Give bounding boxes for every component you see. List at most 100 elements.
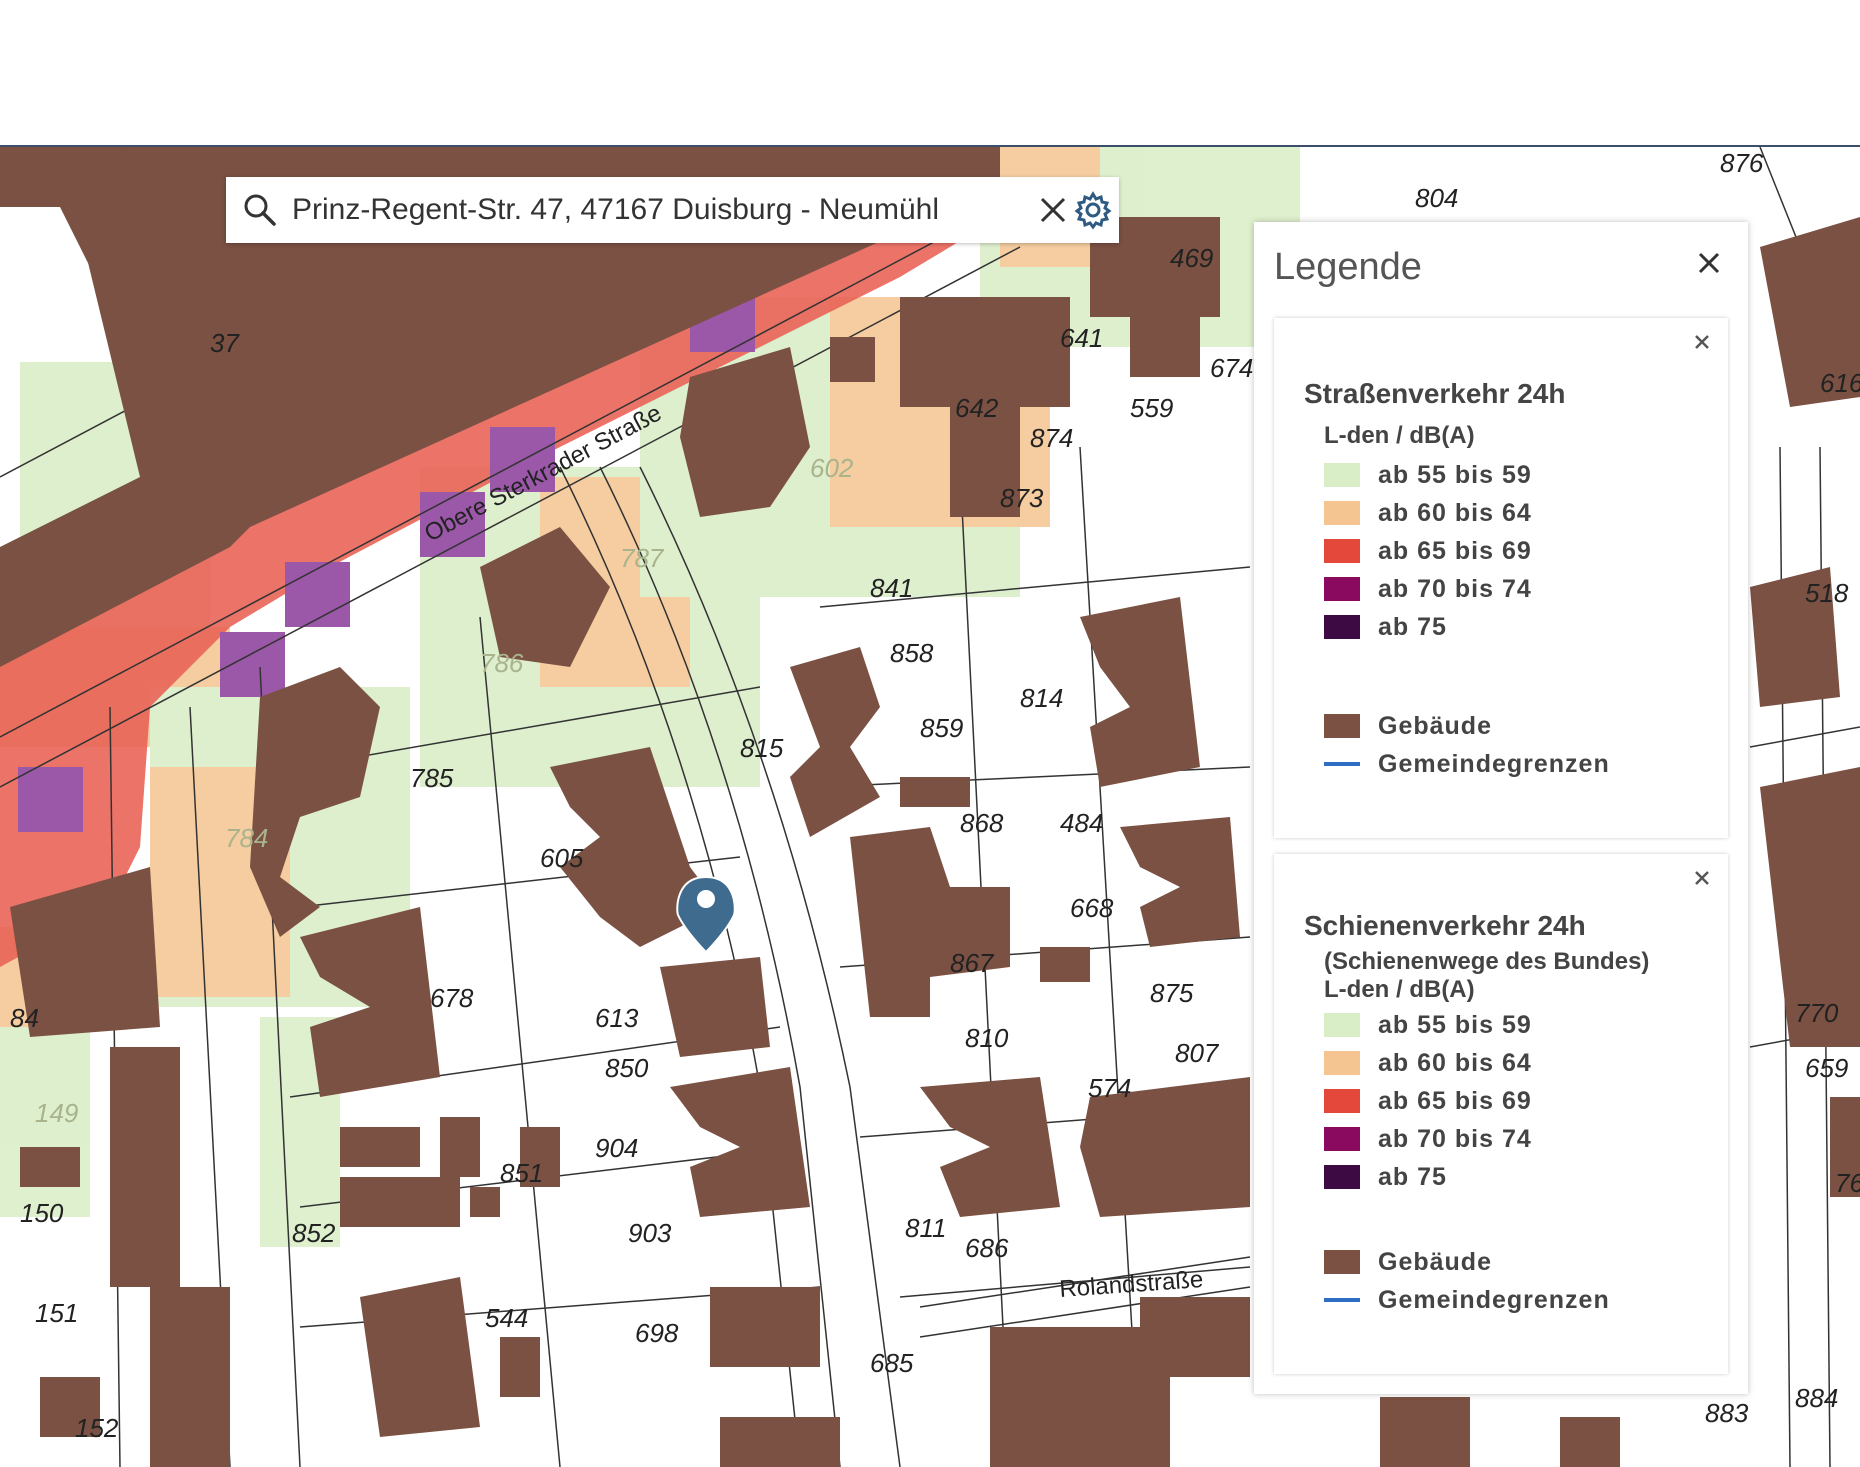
svg-text:642: 642 [955, 393, 999, 423]
legend-class: ab 65 bis 69 [1324, 536, 1532, 566]
legend-panel: Legende Straßenverkehr 24h L-den / dB(A)… [1254, 222, 1748, 1394]
svg-text:851: 851 [500, 1158, 543, 1188]
legend-layer-buildings: Gebäude [1324, 1247, 1492, 1277]
search-icon[interactable] [238, 188, 282, 232]
legend-swatch [1324, 1127, 1360, 1151]
svg-text:810: 810 [965, 1023, 1009, 1053]
svg-text:149: 149 [35, 1098, 78, 1128]
search-bar[interactable]: Prinz-Regent-Str. 47, 47167 Duisburg - N… [226, 177, 1119, 243]
search-input[interactable]: Prinz-Regent-Str. 47, 47167 Duisburg - N… [292, 193, 1033, 227]
legend-class: ab 65 bis 69 [1324, 1086, 1532, 1116]
svg-text:150: 150 [20, 1198, 64, 1228]
legend-class-label: ab 65 bis 69 [1378, 1086, 1532, 1115]
svg-text:613: 613 [595, 1003, 639, 1033]
legend-card-close-button[interactable] [1690, 866, 1714, 890]
legend-class-label: ab 70 bis 74 [1378, 574, 1532, 603]
svg-text:544: 544 [485, 1303, 528, 1333]
svg-text:868: 868 [960, 808, 1004, 838]
legend-layer-label: Gebäude [1378, 1247, 1492, 1276]
legend-swatch [1324, 577, 1360, 601]
legend-card-title: Straßenverkehr 24h [1304, 378, 1566, 409]
svg-text:784: 784 [225, 823, 268, 853]
legend-class-label: ab 75 [1378, 612, 1447, 641]
close-icon [1695, 871, 1709, 885]
svg-text:602: 602 [810, 453, 854, 483]
legend-class-label: ab 60 bis 64 [1378, 1048, 1532, 1077]
legend-card-title: Schienenverkehr 24h [1304, 910, 1586, 941]
svg-text:804: 804 [1415, 183, 1458, 213]
svg-text:811: 811 [905, 1213, 946, 1243]
legend-card-unit: L-den / dB(A) [1324, 976, 1475, 1003]
legend-title: Legende [1274, 246, 1422, 288]
legend-class: ab 75 [1324, 612, 1447, 642]
svg-text:84: 84 [10, 1003, 39, 1033]
svg-text:807: 807 [1175, 1038, 1220, 1068]
legend-class: ab 70 bis 74 [1324, 574, 1532, 604]
svg-text:698: 698 [635, 1318, 679, 1348]
svg-text:678: 678 [430, 983, 474, 1013]
svg-text:770: 770 [1795, 998, 1839, 1028]
legend-class-label: ab 55 bis 59 [1378, 460, 1532, 489]
legend-class-label: ab 65 bis 69 [1378, 536, 1532, 565]
legend-class: ab 75 [1324, 1162, 1447, 1192]
svg-text:903: 903 [628, 1218, 672, 1248]
svg-text:674: 674 [1210, 353, 1253, 383]
legend-card-rail: Schienenverkehr 24h (Schienenwege des Bu… [1274, 854, 1728, 1374]
svg-text:875: 875 [1150, 978, 1194, 1008]
legend-close-button[interactable] [1692, 246, 1726, 280]
svg-text:668: 668 [1070, 893, 1114, 923]
svg-text:559: 559 [1130, 393, 1173, 423]
legend-layer-buildings: Gebäude [1324, 711, 1492, 741]
svg-text:616: 616 [1820, 368, 1860, 398]
svg-text:841: 841 [870, 573, 913, 603]
legend-swatch [1324, 1250, 1360, 1274]
svg-text:469: 469 [1170, 243, 1213, 273]
svg-text:787: 787 [620, 543, 665, 573]
map-pin-icon[interactable] [676, 875, 736, 954]
svg-text:574: 574 [1088, 1073, 1131, 1103]
svg-text:37: 37 [210, 328, 240, 358]
legend-layer-label: Gemeindegrenzen [1378, 1285, 1610, 1314]
svg-text:814: 814 [1020, 683, 1063, 713]
svg-text:686: 686 [965, 1233, 1009, 1263]
legend-swatch [1324, 501, 1360, 525]
top-blank-area [0, 0, 1860, 145]
svg-text:904: 904 [595, 1133, 638, 1163]
legend-class: ab 70 bis 74 [1324, 1124, 1532, 1154]
legend-swatch [1324, 463, 1360, 487]
close-icon [1698, 252, 1720, 274]
svg-text:659: 659 [1805, 1053, 1848, 1083]
legend-layer-label: Gemeindegrenzen [1378, 749, 1610, 778]
legend-swatch [1324, 1165, 1360, 1189]
legend-card-subtitle: (Schienenwege des Bundes) [1324, 948, 1650, 975]
svg-text:874: 874 [1030, 423, 1073, 453]
legend-line-swatch [1324, 1298, 1360, 1302]
settings-button[interactable] [1073, 188, 1113, 232]
legend-swatch [1324, 1051, 1360, 1075]
legend-class: ab 60 bis 64 [1324, 498, 1532, 528]
clear-search-button[interactable] [1033, 188, 1073, 232]
legend-card-unit: L-den / dB(A) [1324, 422, 1475, 449]
svg-text:815: 815 [740, 733, 784, 763]
legend-class-label: ab 55 bis 59 [1378, 1010, 1532, 1039]
legend-card-close-button[interactable] [1690, 330, 1714, 354]
svg-text:518: 518 [1805, 578, 1849, 608]
legend-class-label: ab 75 [1378, 1162, 1447, 1191]
svg-text:859: 859 [920, 713, 963, 743]
svg-text:151: 151 [35, 1298, 78, 1328]
svg-text:786: 786 [480, 648, 524, 678]
svg-text:76: 76 [1835, 1168, 1860, 1198]
svg-text:884: 884 [1795, 1383, 1838, 1413]
svg-text:867: 867 [950, 948, 995, 978]
legend-layer-label: Gebäude [1378, 711, 1492, 740]
legend-swatch [1324, 1089, 1360, 1113]
legend-class-label: ab 70 bis 74 [1378, 1124, 1532, 1153]
close-icon [1040, 197, 1066, 223]
svg-text:858: 858 [890, 638, 934, 668]
legend-line-swatch [1324, 762, 1360, 766]
legend-class: ab 55 bis 59 [1324, 1010, 1532, 1040]
legend-layer-boundaries: Gemeindegrenzen [1324, 1285, 1610, 1315]
svg-text:873: 873 [1000, 483, 1044, 513]
svg-text:641: 641 [1060, 323, 1103, 353]
legend-class: ab 60 bis 64 [1324, 1048, 1532, 1078]
